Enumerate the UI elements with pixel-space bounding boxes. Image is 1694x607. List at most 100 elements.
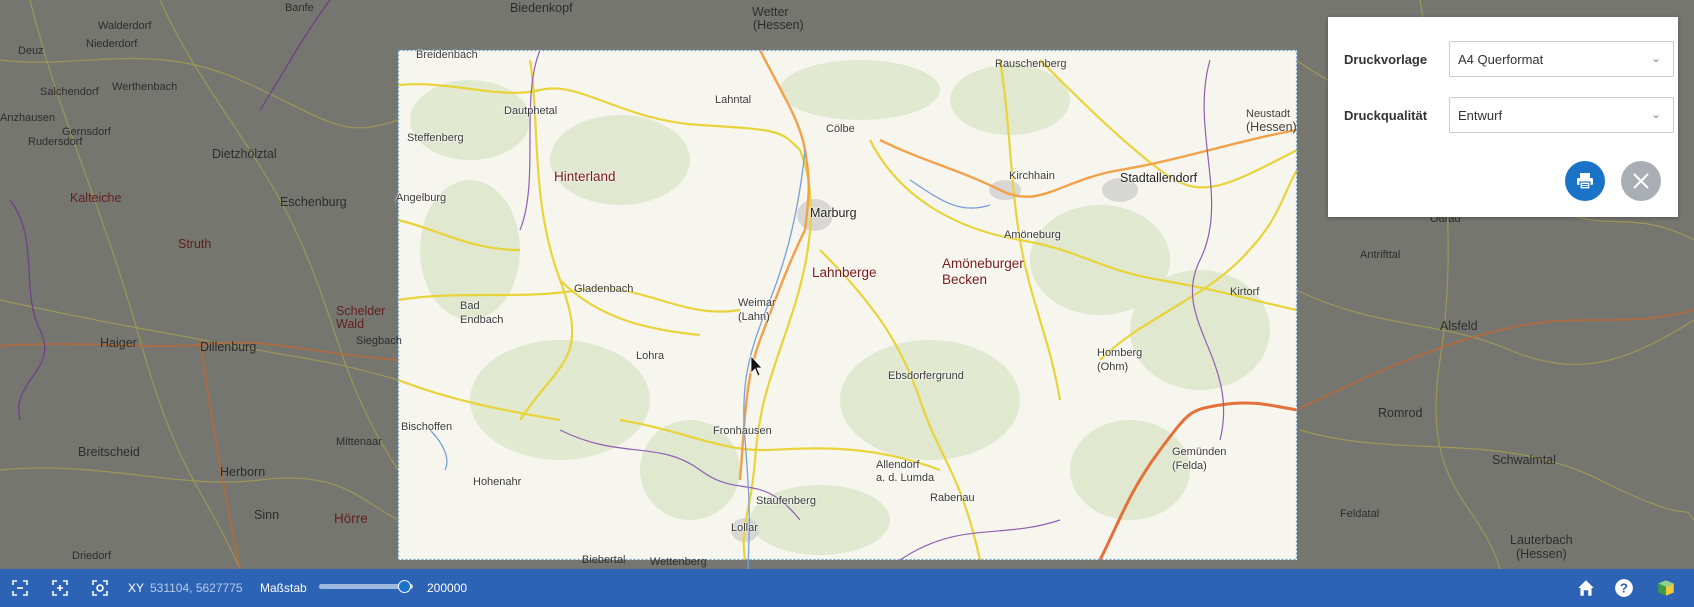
map-place-label: Anzhausen — [0, 112, 56, 124]
map-place-label: Angelburg — [396, 192, 447, 204]
quality-select[interactable]: Entwurf ⌄ — [1449, 97, 1674, 133]
map-place-label: Lauterbach — [1510, 533, 1573, 547]
zoom-extent-button[interactable] — [10, 569, 30, 607]
map-place-label: Staufenberg — [756, 495, 816, 507]
map-place-label: Struth — [178, 237, 212, 251]
map-place-label: Hohenahr — [473, 476, 522, 488]
zoom-in-icon — [52, 580, 68, 596]
map-place-label: Eschenburg — [280, 195, 347, 209]
scale-slider[interactable] — [319, 580, 413, 593]
map-place-label: Rauschenberg — [995, 58, 1067, 70]
map-place-label: Wettenberg — [650, 556, 707, 568]
svg-text:?: ? — [1620, 580, 1628, 595]
help-icon: ? — [1615, 579, 1633, 597]
fullscreen-icon — [12, 580, 28, 596]
zoom-selection-icon — [92, 580, 108, 596]
map-place-label: Cölbe — [826, 123, 855, 135]
template-label: Druckvorlage — [1344, 52, 1428, 67]
map-place-label: Wald — [336, 317, 365, 331]
quality-row: Druckqualität Entwurf ⌄ — [1344, 97, 1674, 135]
map-place-label: Hörre — [334, 511, 368, 526]
zoom-in-area-button[interactable] — [50, 569, 70, 607]
map-place-label: Kalteiche — [70, 191, 122, 205]
map-place-label: Stadtallendorf — [1120, 171, 1198, 185]
printer-icon — [1577, 173, 1593, 190]
map-place-label: (Hessen) — [753, 18, 804, 32]
map-place-label: Sinn — [254, 508, 280, 522]
map-place-label: Homberg — [1097, 347, 1143, 359]
map-place-label: Haiger — [100, 336, 137, 350]
map-place-label: (Ohm) — [1097, 361, 1129, 373]
map-place-label: Romrod — [1378, 406, 1423, 420]
map-place-label: Endbach — [460, 314, 504, 326]
quality-select-value: Entwurf — [1458, 108, 1503, 123]
map-place-label: Ebsdorfergrund — [888, 370, 964, 382]
home-icon — [1578, 580, 1594, 596]
xy-coordinates: 531104, 5627775 — [150, 581, 243, 595]
map-place-label: (Lahn) — [738, 311, 770, 323]
close-icon — [1633, 173, 1649, 189]
home-button[interactable] — [1576, 569, 1596, 607]
map-place-label: Alsfeld — [1440, 319, 1478, 333]
scale-slider-handle[interactable] — [397, 580, 411, 593]
scale-value: 200000 — [427, 581, 468, 595]
template-select-value: A4 Querformat — [1458, 52, 1544, 67]
map-place-label: Amöneburg — [1004, 229, 1061, 241]
map-place-label: Schelder — [336, 304, 386, 318]
scale-label: Maßstab — [260, 581, 307, 595]
map-place-label: Walderdorf — [98, 20, 152, 32]
map-place-label: Kirtorf — [1230, 286, 1260, 298]
map-place-label: Niederdorf — [86, 38, 138, 50]
map-place-label: Becken — [942, 272, 988, 287]
map-place-label: Bad — [460, 300, 480, 312]
close-button[interactable] — [1621, 161, 1661, 201]
map-place-label: Breitscheid — [78, 445, 140, 459]
map-place-label: Kirchhain — [1009, 170, 1055, 182]
map-place-label: Lahntal — [715, 94, 752, 106]
map-place-label: Weimar — [738, 297, 776, 309]
quality-label: Druckqualität — [1344, 108, 1428, 123]
map-place-label: Feldatal — [1340, 508, 1380, 520]
map-place-label: Lahnberge — [812, 265, 877, 280]
xy-label: XY — [128, 581, 145, 595]
layers-button[interactable] — [1656, 569, 1676, 607]
map-place-label: Marburg — [810, 206, 857, 220]
layers-icon — [1658, 580, 1674, 596]
bottom-toolbar: XY 531104, 5627775 Maßstab 200000 ? — [0, 569, 1694, 607]
map-place-label: Wetter — [752, 5, 789, 19]
map-place-label: a. d. Lumda — [876, 472, 935, 484]
chevron-down-icon: ⌄ — [1650, 51, 1661, 65]
map-place-label: Neustadt — [1246, 108, 1291, 120]
template-select[interactable]: A4 Querformat ⌄ — [1449, 41, 1674, 77]
map-place-label: Gladenbach — [574, 283, 634, 295]
map-place-label: (Hessen) — [1516, 547, 1567, 561]
map-place-label: Steffenberg — [407, 132, 464, 144]
template-row: Druckvorlage A4 Querformat ⌄ — [1344, 41, 1674, 79]
zoom-to-selection-button[interactable] — [90, 569, 110, 607]
scale-slider-fill — [319, 584, 404, 589]
map-place-label: Amöneburger — [942, 256, 1024, 271]
map-place-label: Antrifttal — [1360, 249, 1401, 261]
map-place-label: (Hessen) — [1246, 120, 1297, 134]
map-place-label: Dillenburg — [200, 340, 257, 354]
map-place-label: Herborn — [220, 465, 266, 479]
map-place-label: Banfe — [285, 2, 314, 14]
print-button[interactable] — [1565, 161, 1605, 201]
map-place-label: Dautphetal — [504, 105, 558, 117]
map-place-label: Schwalmtal — [1492, 453, 1556, 467]
map-place-label: Salchendorf — [40, 86, 99, 98]
map-place-label: Driedorf — [72, 550, 112, 562]
map-place-label: Gemünden — [1172, 446, 1227, 458]
map-place-label: Siegbach — [356, 335, 402, 347]
map-place-label: Rudersdorf — [28, 136, 83, 148]
help-button[interactable]: ? — [1614, 569, 1634, 607]
chevron-down-icon: ⌄ — [1650, 107, 1661, 121]
map-place-label: Rabenau — [930, 492, 975, 504]
map-place-label: Werthenbach — [112, 81, 178, 93]
map-place-label: (Felda) — [1172, 460, 1207, 472]
map-place-label: Fronhausen — [713, 425, 772, 437]
map-place-label: Mittenaar — [336, 436, 382, 448]
map-place-label: Hinterland — [554, 169, 616, 184]
print-panel: Druckvorlage A4 Querformat ⌄ Druckqualit… — [1328, 17, 1678, 217]
map-place-label: Lohra — [636, 350, 665, 362]
